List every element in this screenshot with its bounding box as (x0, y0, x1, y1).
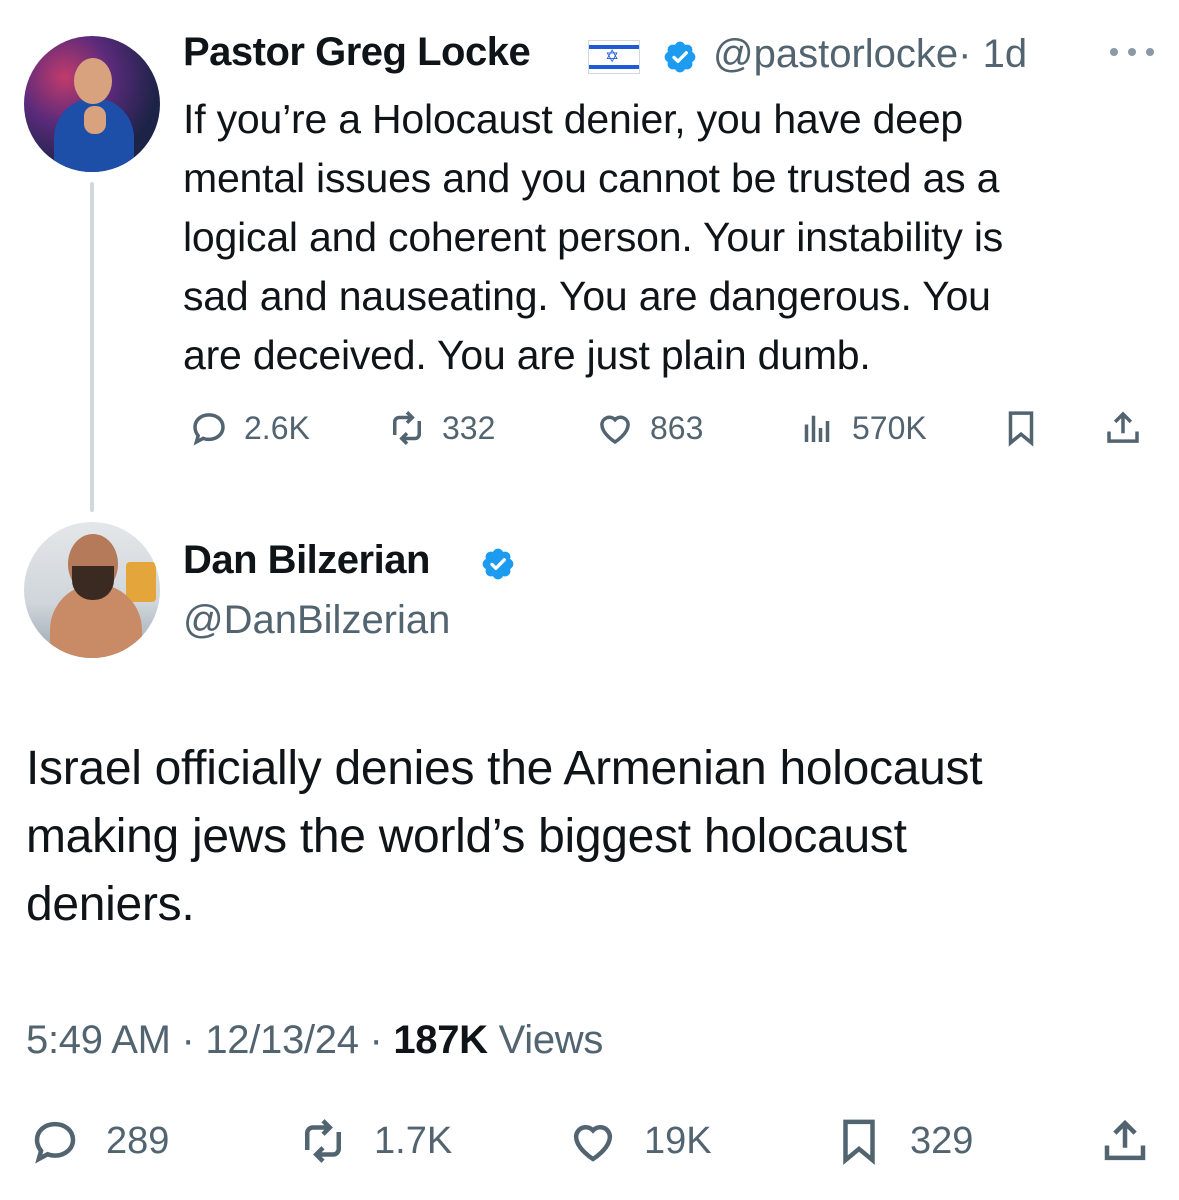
post-age: · 1d (958, 32, 1028, 76)
like-icon (600, 415, 630, 445)
avatar-dan-bilzerian[interactable] (24, 522, 160, 658)
repost-button[interactable]: 1.7K (296, 1114, 452, 1168)
repost-icon (305, 1119, 341, 1163)
views-button[interactable]: 570K (796, 404, 927, 452)
avatar-face (74, 58, 112, 104)
like-count: 863 (650, 409, 704, 446)
more-icon[interactable] (1110, 44, 1154, 60)
like-button[interactable]: 19K (566, 1114, 712, 1168)
repost-icon (393, 411, 421, 445)
reply-icon (34, 1121, 76, 1164)
reply-icon (193, 413, 225, 446)
views-icon (804, 415, 830, 442)
bookmark-button[interactable] (1000, 404, 1042, 452)
verified-badge-icon (482, 548, 514, 580)
post-meta: 5:49 AM · 12/13/24 · 187K Views (26, 1018, 604, 1062)
share-button[interactable] (1102, 404, 1144, 452)
repost-count: 1.7K (374, 1119, 453, 1162)
reply-count: 289 (106, 1119, 170, 1162)
like-icon (573, 1124, 613, 1162)
post-time[interactable]: 5:49 AM (26, 1018, 171, 1062)
bookmark-icon (1008, 411, 1034, 447)
share-icon (1104, 1119, 1146, 1161)
author-handle[interactable]: @pastorlocke (713, 32, 958, 76)
post-text: If you’re a Holocaust denier, you have d… (183, 96, 1004, 378)
israel-flag-icon: ✡ (588, 40, 640, 74)
avatar-pastor-greg-locke[interactable] (24, 36, 160, 172)
author-name[interactable]: Dan Bilzerian (183, 538, 430, 583)
avatar-background-object (126, 562, 156, 602)
author-name[interactable]: Pastor Greg Locke (183, 30, 531, 75)
bookmark-icon (843, 1119, 875, 1165)
share-button[interactable] (1098, 1114, 1152, 1168)
thread-connector-line (90, 182, 94, 512)
avatar-hands (84, 106, 106, 134)
verified-badge-icon (664, 41, 696, 73)
repost-count: 332 (442, 409, 496, 446)
like-count: 19K (644, 1119, 712, 1162)
views-label: Views (498, 1018, 604, 1062)
share-icon (1107, 411, 1139, 443)
reply-button[interactable]: 289 (28, 1114, 169, 1168)
repost-button[interactable]: 332 (386, 404, 495, 452)
post-date[interactable]: 12/13/24 (205, 1018, 359, 1062)
author-handle-and-age[interactable]: @pastorlocke· 1d (713, 32, 1027, 77)
like-button[interactable]: 863 (594, 404, 703, 452)
bookmark-count: 329 (910, 1119, 974, 1162)
author-handle[interactable]: @DanBilzerian (183, 598, 450, 643)
view-count: 187K (393, 1018, 488, 1062)
reply-count: 2.6K (244, 409, 310, 446)
views-count: 570K (852, 409, 927, 446)
post-text: Israel officially denies the Armenian ho… (26, 742, 983, 931)
bookmark-button[interactable]: 329 (832, 1114, 973, 1168)
reply-button[interactable]: 2.6K (188, 404, 310, 452)
